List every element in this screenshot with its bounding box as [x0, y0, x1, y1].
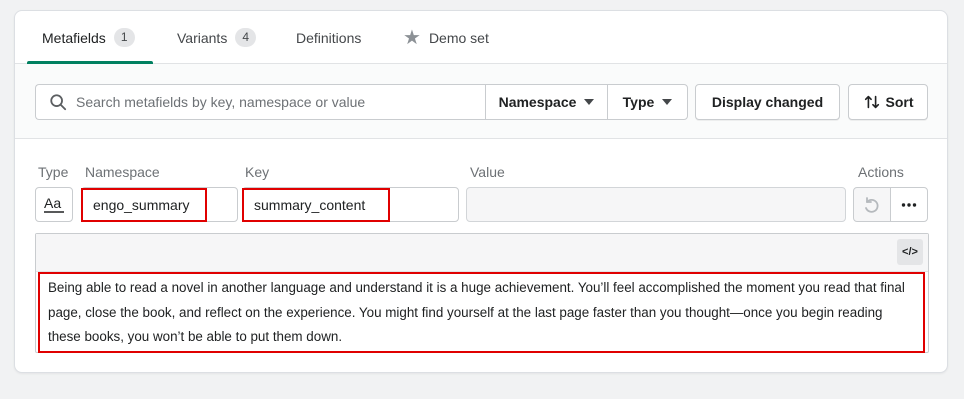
undo-button[interactable]: [853, 187, 891, 222]
type-selector-button[interactable]: Aa: [35, 187, 73, 222]
value-input[interactable]: [466, 187, 846, 222]
more-actions-button[interactable]: [890, 187, 928, 222]
column-namespace: Namespace: [85, 164, 160, 180]
tab-variants-count: 4: [235, 28, 257, 47]
sort-button[interactable]: Sort: [848, 84, 928, 120]
tab-definitions[interactable]: Definitions: [296, 11, 361, 64]
search-icon: [50, 94, 67, 111]
content-highlight-box: [38, 272, 925, 353]
text-type-icon: Aa: [44, 195, 64, 213]
type-filter[interactable]: Type: [607, 84, 688, 120]
namespace-highlight-box: [81, 188, 207, 222]
tab-metafields-count: 1: [113, 28, 135, 47]
sort-icon: [864, 95, 879, 109]
type-filter-label: Type: [622, 94, 655, 110]
column-key: Key: [245, 164, 270, 180]
code-icon: </>: [902, 246, 918, 258]
ellipsis-icon: [901, 202, 917, 207]
tab-variants[interactable]: Variants 4: [177, 11, 257, 64]
tab-demo-set[interactable]: ★ Demo set: [403, 11, 489, 64]
tab-metafields[interactable]: Metafields 1: [42, 11, 135, 64]
display-changed-label: Display changed: [711, 94, 824, 110]
undo-icon: [865, 196, 879, 213]
namespace-filter-label: Namespace: [498, 94, 577, 110]
column-value: Value: [470, 164, 505, 180]
namespace-filter[interactable]: Namespace: [485, 84, 608, 120]
tab-bar: Metafields 1 Variants 4 Definitions ★ De…: [15, 11, 947, 64]
key-highlight-box: [242, 188, 390, 222]
text-type-glyph: Aa: [44, 195, 61, 211]
metafields-card: Metafields 1 Variants 4 Definitions ★ De…: [14, 10, 948, 373]
editor-toolbar: </>: [36, 234, 928, 272]
caret-down-icon: [662, 99, 673, 105]
display-changed-button[interactable]: Display changed: [695, 84, 840, 120]
star-icon: ★: [403, 26, 421, 49]
code-view-toggle[interactable]: </>: [897, 239, 923, 265]
tab-definitions-label: Definitions: [296, 29, 362, 46]
column-actions: Actions: [858, 164, 904, 180]
caret-down-icon: [584, 99, 595, 105]
search-input[interactable]: [76, 94, 466, 110]
tab-metafields-label: Metafields: [42, 29, 106, 46]
tab-variants-label: Variants: [177, 29, 228, 46]
tab-demo-set-label: Demo set: [428, 29, 489, 46]
sort-label: Sort: [885, 94, 914, 110]
column-type: Type: [38, 164, 69, 180]
search-box: [35, 84, 486, 120]
filter-toolbar: Namespace Type Display changed Sort: [15, 64, 947, 139]
